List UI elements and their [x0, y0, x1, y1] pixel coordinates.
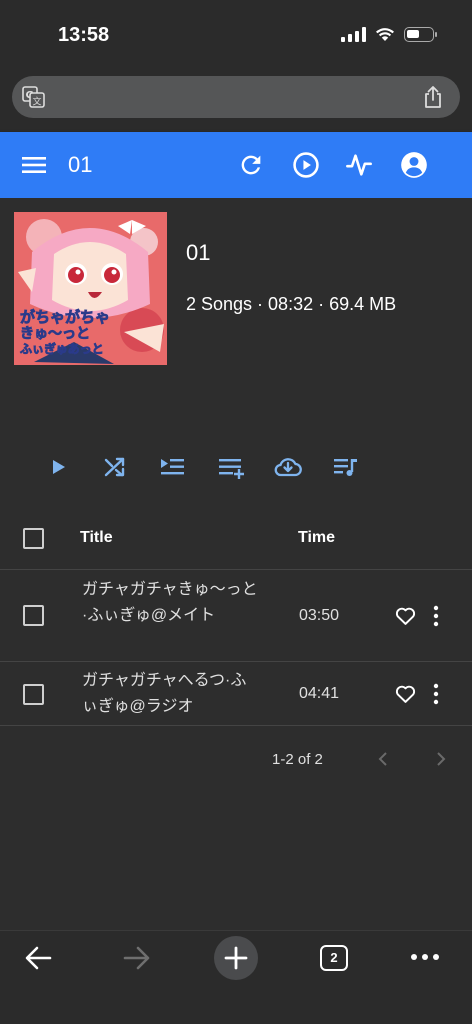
- favorite-icon[interactable]: [395, 684, 416, 704]
- app-bar: 01: [0, 132, 472, 198]
- album-name: 01: [186, 240, 211, 265]
- cellular-signal-icon: [341, 27, 366, 42]
- tab-switcher-button[interactable]: 2: [320, 945, 348, 971]
- cover-text-line-1: がちゃがちゃ: [20, 308, 110, 326]
- pagination-range: 1-2 of 2: [272, 751, 323, 768]
- favorite-icon[interactable]: [395, 606, 416, 626]
- forward-arrow-icon[interactable]: [123, 945, 151, 971]
- new-tab-button[interactable]: [214, 936, 258, 980]
- share-icon[interactable]: [422, 85, 444, 109]
- album-info: 2 Songs · 08:32 · 69.4 MB: [186, 294, 397, 314]
- table-header: Title Time: [0, 508, 472, 570]
- refresh-icon[interactable]: [237, 151, 265, 179]
- cover-text-line-3: ふぃぎゅあっと: [20, 341, 104, 356]
- play-icon[interactable]: [44, 452, 74, 482]
- song-title: ガチャガチャへるつ·ふぃぎゅ@ラジオ: [82, 672, 247, 715]
- play-circle-icon[interactable]: [292, 151, 320, 179]
- wifi-icon: [376, 28, 394, 41]
- more-menu-icon[interactable]: [410, 953, 440, 961]
- row-checkbox[interactable]: [23, 684, 44, 705]
- album-header: がちゃがちゃ きゅ～っと ふぃぎゅあっと 01 2 Songs · 08:32 …: [0, 198, 472, 428]
- row-checkbox[interactable]: [23, 605, 44, 626]
- status-bar: 13:58: [0, 0, 472, 62]
- previous-page-icon[interactable]: [376, 750, 390, 768]
- album-actions-toolbar: [0, 428, 472, 508]
- cover-text-line-2: きゅ～っと: [20, 326, 90, 342]
- play-next-icon[interactable]: [157, 452, 187, 482]
- playlist-add-icon[interactable]: [331, 452, 361, 482]
- table-row[interactable]: ガチャガチャへるつ·ふぃぎゅ@ラジオ 04:41: [0, 662, 472, 726]
- song-table: Title Time ガチャガチャきゅ～っと·ふぃぎゅ@メイト 03:50 ガチ…: [0, 508, 472, 726]
- svg-text:文: 文: [33, 96, 42, 108]
- next-page-icon[interactable]: [434, 750, 448, 768]
- download-cloud-icon[interactable]: [273, 452, 303, 482]
- activity-icon[interactable]: [345, 151, 373, 179]
- add-to-queue-icon[interactable]: [216, 452, 246, 482]
- album-cover: がちゃがちゃ きゅ～っと ふぃぎゅあっと: [14, 212, 167, 365]
- account-icon[interactable]: [400, 151, 428, 179]
- translate-icon[interactable]: G 文: [22, 86, 45, 108]
- song-title: ガチャガチャきゅ～っと·ふぃぎゅ@メイト: [82, 581, 258, 624]
- battery-icon: [404, 27, 437, 42]
- song-time: 04:41: [299, 685, 340, 702]
- browser-url-area: G 文: [0, 62, 472, 132]
- more-options-icon[interactable]: [432, 683, 440, 705]
- back-arrow-icon[interactable]: [24, 945, 52, 971]
- address-bar[interactable]: G 文: [12, 76, 460, 118]
- table-row[interactable]: ガチャガチャきゅ～っと·ふぃぎゅ@メイト 03:50: [0, 570, 472, 662]
- page-title: 01: [68, 152, 93, 177]
- more-options-icon[interactable]: [432, 605, 440, 627]
- status-time: 13:58: [58, 24, 110, 46]
- song-time: 03:50: [299, 607, 340, 624]
- shuffle-icon[interactable]: [100, 452, 130, 482]
- column-header-time[interactable]: Time: [298, 529, 335, 547]
- browser-bottom-bar: 2: [0, 930, 472, 1024]
- status-icons: [341, 27, 437, 42]
- select-all-checkbox[interactable]: [23, 528, 44, 549]
- column-header-title[interactable]: Title: [80, 529, 113, 547]
- pagination: 1-2 of 2: [0, 740, 472, 780]
- menu-icon[interactable]: [22, 153, 46, 177]
- plus-icon: [224, 946, 248, 970]
